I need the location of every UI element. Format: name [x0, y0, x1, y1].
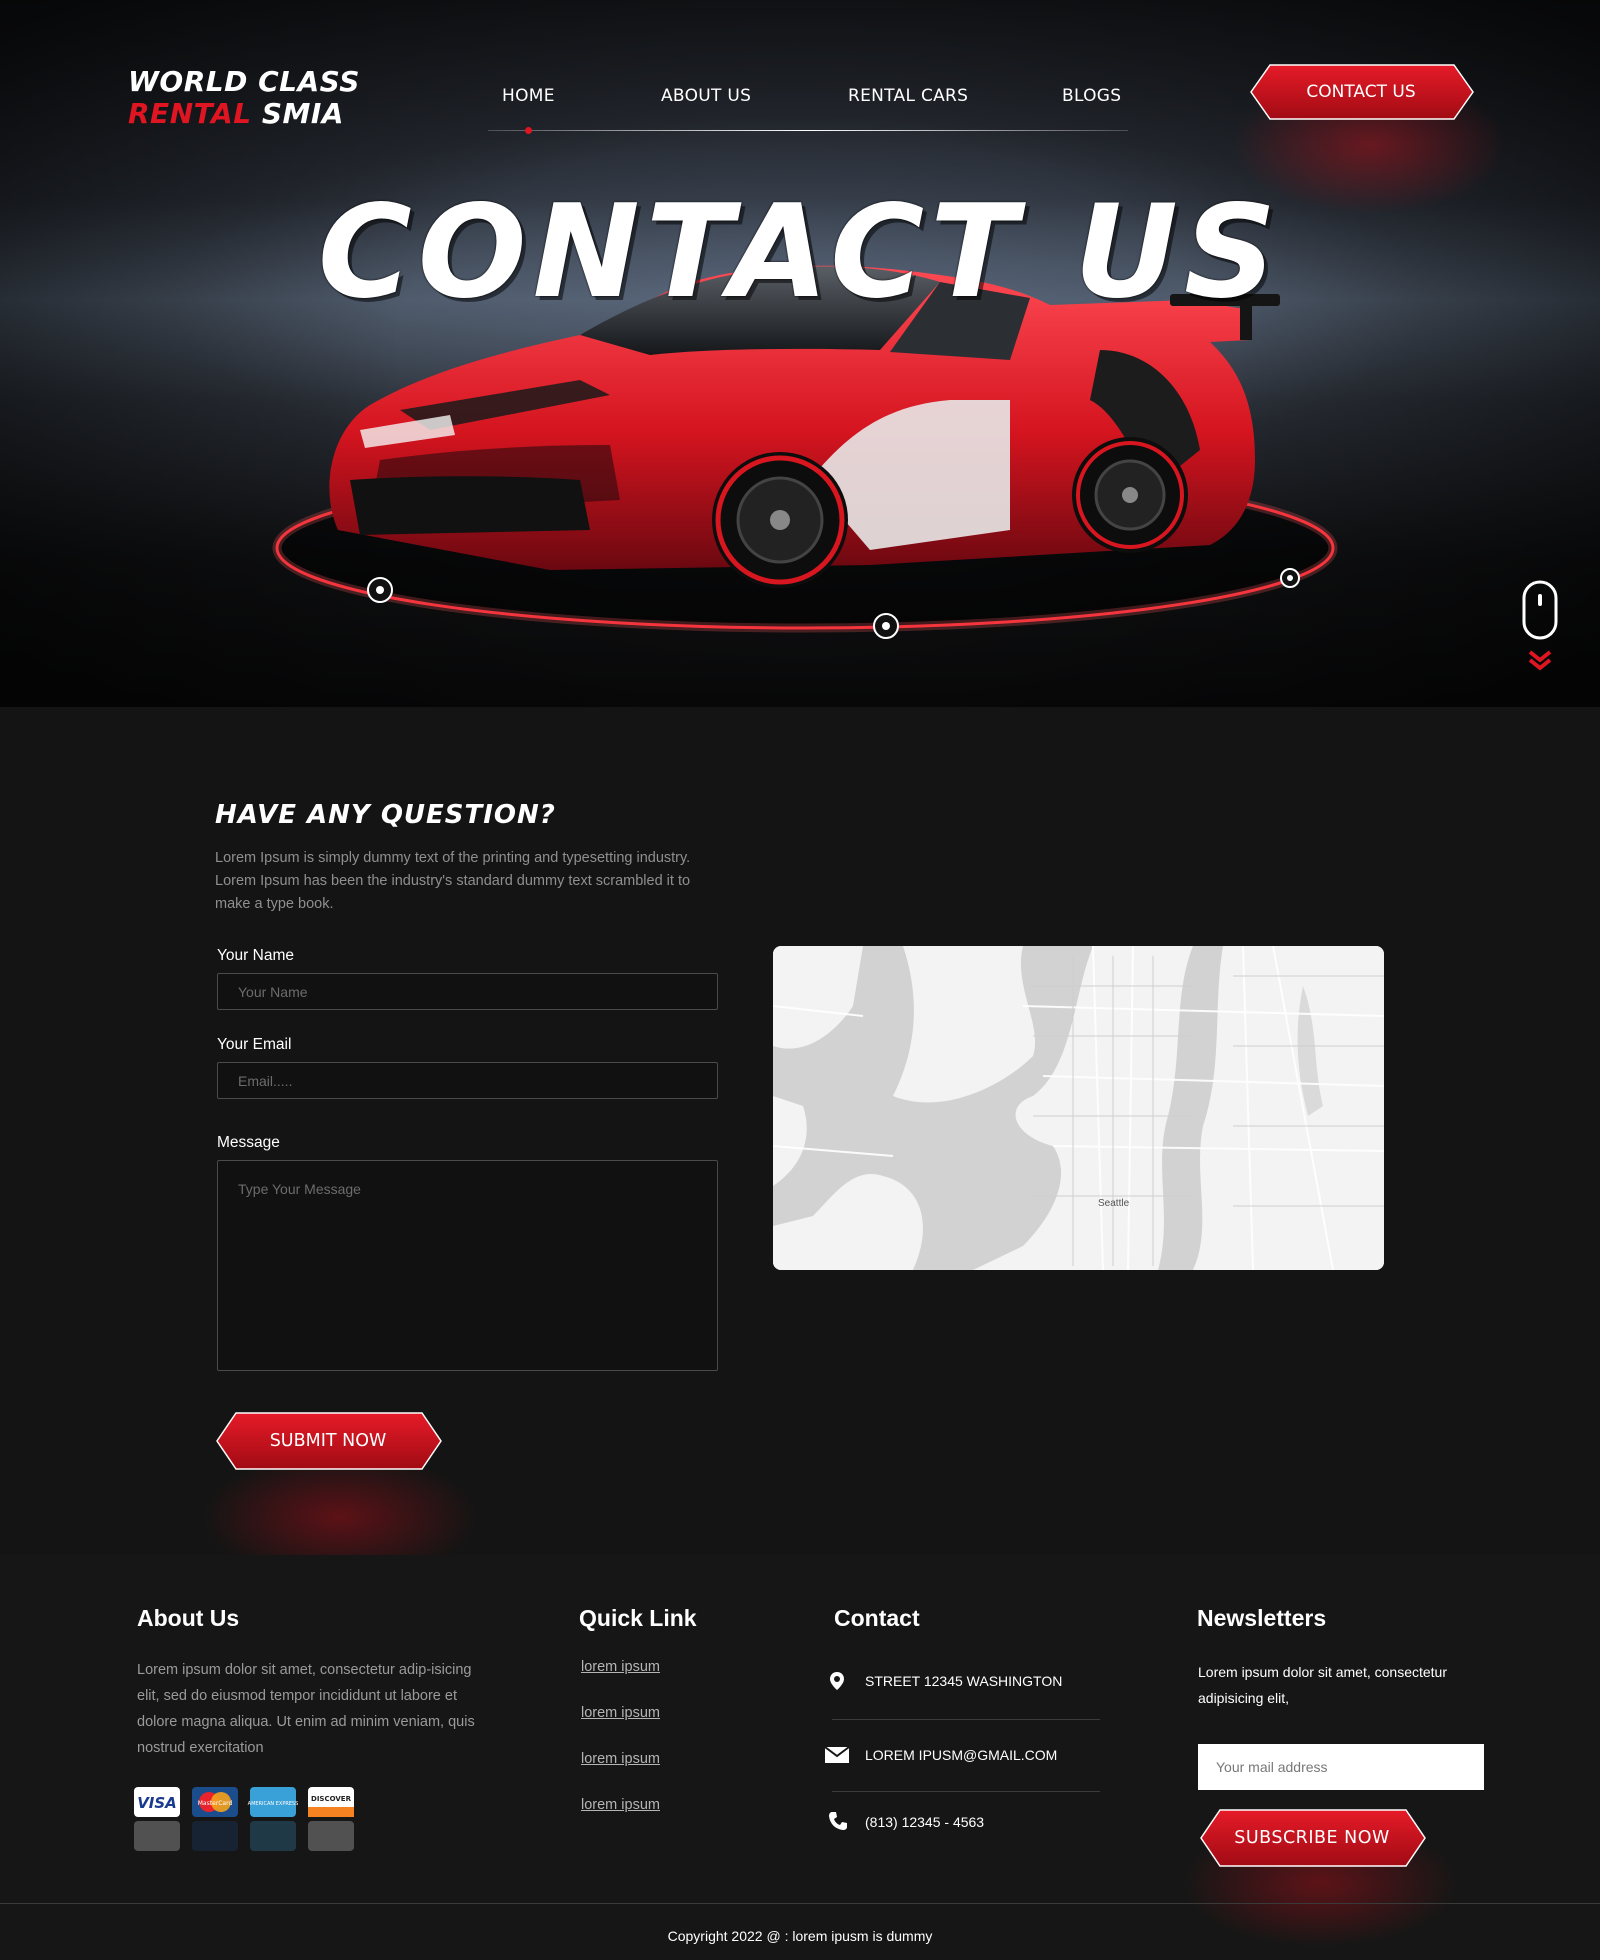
contact-phone: (813) 12345 - 4563	[865, 1814, 985, 1830]
visa-card-icon: VISA	[134, 1787, 180, 1817]
scroll-indicator[interactable]	[1520, 580, 1560, 685]
name-label: Your Name	[217, 947, 294, 964]
amex-card-icon: AMERICAN EXPRESS	[248, 1787, 299, 1817]
brand-line-2-white: SMIA	[261, 97, 344, 130]
svg-text:MasterCard: MasterCard	[198, 1800, 233, 1807]
footer-about-text: Lorem ipsum dolor sit amet, consectetur …	[137, 1662, 475, 1756]
site-footer: About Us Lorem ipsum dolor sit amet, con…	[0, 1555, 1600, 1960]
header-contact-button[interactable]: CONTACT US	[1248, 64, 1474, 120]
footer-contact-title: Contact	[834, 1605, 920, 1631]
subscribe-button[interactable]: SUBSCRIBE NOW	[1198, 1809, 1426, 1867]
quick-link-3[interactable]: lorem ipsum	[581, 1751, 660, 1767]
location-map[interactable]: Seattle	[773, 946, 1384, 1270]
payment-cards: VISA MasterCard AMERICAN EXPRESS DISCOVE…	[134, 1787, 374, 1862]
brand-line-1: WORLD CLASS	[128, 65, 360, 98]
main-nav: HOME ABOUT US RENTAL CARS BLOGS	[488, 84, 1128, 134]
svg-text:VISA: VISA	[137, 1794, 177, 1812]
message-label: Message	[217, 1134, 280, 1151]
envelope-icon	[824, 1746, 850, 1763]
form-description: Lorem Ipsum is simply dummy text of the …	[215, 850, 691, 912]
contact-separator	[832, 1791, 1100, 1792]
svg-text:AMERICAN EXPRESS: AMERICAN EXPRESS	[248, 1801, 299, 1807]
header-contact-label: CONTACT US	[1306, 82, 1416, 102]
form-title: HAVE ANY QUESTION?	[215, 800, 556, 830]
footer-quick-title: Quick Link	[579, 1605, 697, 1631]
nav-rental-cars[interactable]: RENTAL CARS	[848, 86, 968, 106]
footer-news-title: Newsletters	[1197, 1605, 1327, 1631]
submit-button[interactable]: SUBMIT NOW	[214, 1412, 442, 1470]
nav-about-us[interactable]: ABOUT US	[661, 86, 751, 106]
quick-link-4[interactable]: lorem ipsum	[581, 1797, 660, 1813]
contact-address-row: STREET 12345 WASHINGTON	[828, 1670, 1100, 1726]
svg-text:DISCOVER: DISCOVER	[311, 1795, 352, 1803]
chevron-down-icon	[1528, 650, 1552, 671]
email-label: Your Email	[217, 1036, 292, 1053]
quick-link-1[interactable]: lorem ipsum	[581, 1659, 660, 1675]
mouse-scroll-icon	[1522, 580, 1558, 640]
brand-logo[interactable]: WORLD CLASS RENTAL SMIA	[128, 66, 398, 130]
nav-blogs[interactable]: BLOGS	[1062, 86, 1121, 106]
subscribe-label: SUBSCRIBE NOW	[1234, 1828, 1390, 1848]
contact-phone-row[interactable]: (813) 12345 - 4563	[828, 1811, 1100, 1867]
phone-icon	[829, 1812, 847, 1830]
newsletter-email-input[interactable]	[1198, 1744, 1484, 1790]
hero-title: CONTACT US	[317, 178, 1283, 327]
contact-separator	[832, 1719, 1100, 1720]
hero-section: WORLD CLASS RENTAL SMIA HOME ABOUT US RE…	[0, 0, 1600, 707]
submit-label: SUBMIT NOW	[269, 1431, 387, 1451]
location-pin-icon	[830, 1672, 844, 1690]
quick-link-2[interactable]: lorem ipsum	[581, 1705, 660, 1721]
contact-address: STREET 12345 WASHINGTON	[865, 1673, 1063, 1689]
message-textarea[interactable]	[217, 1160, 718, 1371]
contact-section: HAVE ANY QUESTION? Lorem Ipsum is simply…	[0, 707, 1600, 1587]
discover-card-icon: DISCOVER	[308, 1787, 354, 1817]
mastercard-icon: MasterCard	[192, 1787, 238, 1817]
footer-news-text: Lorem ipsum dolor sit amet, consectetur …	[1198, 1664, 1447, 1706]
copyright-text: Copyright 2022 @ : lorem ipusm is dummy	[667, 1928, 933, 1944]
name-input[interactable]	[217, 973, 718, 1010]
email-input[interactable]	[217, 1062, 718, 1099]
footer-divider	[0, 1903, 1600, 1904]
brand-line-2-red: RENTAL	[128, 97, 252, 130]
nav-home[interactable]: HOME	[502, 86, 555, 106]
contact-email: LOREM IPUSM@GMAIL.COM	[865, 1747, 1058, 1763]
footer-about-title: About Us	[137, 1605, 240, 1631]
map-city-label: Seattle	[1098, 1198, 1130, 1209]
nav-underline	[488, 130, 1128, 131]
nav-active-dot	[525, 127, 532, 134]
